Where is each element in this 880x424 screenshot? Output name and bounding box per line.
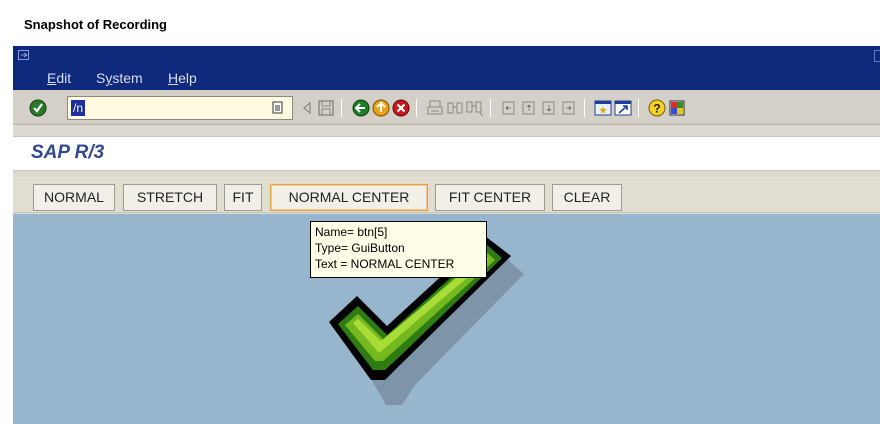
toolbar-separator xyxy=(416,99,417,117)
tooltip-text-line: Text = NORMAL CENTER xyxy=(315,257,455,271)
toolbar-separator xyxy=(584,99,585,117)
standard-toolbar: /n ? xyxy=(13,90,880,125)
normal-center-button[interactable]: NORMAL CENTER xyxy=(270,184,428,211)
customize-layout-icon[interactable] xyxy=(667,98,687,118)
fit-center-button[interactable]: FIT CENTER xyxy=(435,184,545,211)
toolbar-separator xyxy=(341,99,342,117)
last-page-icon[interactable] xyxy=(559,98,579,118)
history-dropdown-icon[interactable] xyxy=(272,101,284,115)
exit-icon[interactable] xyxy=(371,98,391,118)
tooltip-name-line: Name= btn[5] xyxy=(315,225,388,239)
enter-icon[interactable] xyxy=(28,98,48,118)
tooltip: Name= btn[5] Type= GuiButton Text = NORM… xyxy=(310,221,487,278)
find-next-icon[interactable] xyxy=(465,98,485,118)
back-icon[interactable] xyxy=(351,98,371,118)
save-icon[interactable] xyxy=(316,98,336,118)
previous-page-icon[interactable] xyxy=(519,98,539,118)
normal-button[interactable]: NORMAL xyxy=(33,184,115,211)
print-icon[interactable] xyxy=(425,98,445,118)
snapshot-title: Snapshot of Recording xyxy=(24,17,167,32)
back-arrow-icon[interactable] xyxy=(297,98,317,118)
command-field[interactable]: /n xyxy=(67,96,293,120)
page-title: SAP R/3 xyxy=(31,142,105,163)
svg-text:?: ? xyxy=(653,102,660,116)
toolbar-separator xyxy=(490,99,491,117)
first-page-icon[interactable] xyxy=(499,98,519,118)
snapshot-title-bar: Snapshot of Recording xyxy=(0,0,880,46)
command-field-value: /n xyxy=(71,100,86,116)
create-session-icon[interactable] xyxy=(593,98,613,118)
fit-button[interactable]: FIT xyxy=(224,184,262,211)
find-icon[interactable] xyxy=(445,98,465,118)
system-menu-icon[interactable] xyxy=(18,50,31,62)
stretch-button[interactable]: STRETCH xyxy=(123,184,217,211)
cancel-icon[interactable] xyxy=(391,98,411,118)
menu-edit[interactable]: Edit xyxy=(47,70,71,86)
menu-system[interactable]: System xyxy=(96,70,143,86)
tooltip-type-line: Type= GuiButton xyxy=(315,241,405,255)
menu-bar: Edit System Help xyxy=(13,46,880,90)
application-toolbar: NORMAL STRETCH FIT NORMAL CENTER FIT CEN… xyxy=(13,177,880,213)
menu-help[interactable]: Help xyxy=(168,70,197,86)
shortcut-icon[interactable] xyxy=(613,98,633,118)
window-controls-stub xyxy=(874,50,880,62)
toolbar-separator xyxy=(638,99,639,117)
application-title-bar: SAP R/3 xyxy=(13,136,880,171)
clear-button[interactable]: CLEAR xyxy=(552,184,622,211)
left-margin xyxy=(0,46,13,424)
help-icon[interactable]: ? xyxy=(647,98,667,118)
next-page-icon[interactable] xyxy=(539,98,559,118)
